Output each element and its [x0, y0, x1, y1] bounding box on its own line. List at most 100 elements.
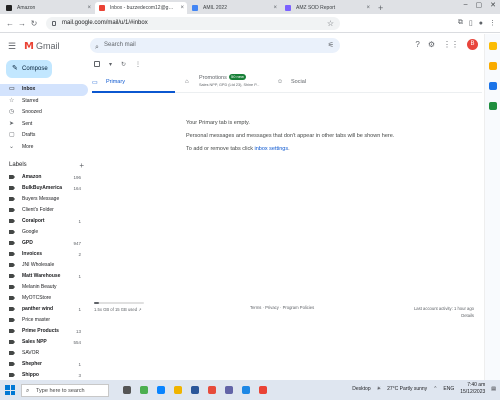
forward-icon[interactable]: →	[16, 19, 28, 28]
close-tab-icon[interactable]: ×	[87, 2, 91, 14]
help-icon[interactable]: ?	[415, 40, 419, 49]
edge-icon[interactable]	[157, 386, 165, 394]
label-name: BulkBuyAmerica	[22, 185, 63, 191]
nav-item-more[interactable]: ⌄ More	[0, 142, 88, 154]
label-item[interactable]: GPD 947	[0, 238, 84, 249]
reload-icon[interactable]: ↻	[28, 19, 40, 28]
settings-gear-icon[interactable]: ⚙	[428, 40, 435, 49]
search-filter-icon[interactable]: ⚟	[328, 38, 334, 53]
nav-item-label: Snoozed	[22, 109, 42, 115]
task-view-icon[interactable]	[123, 386, 131, 394]
details-link[interactable]: Details	[414, 312, 474, 319]
label-item[interactable]: Price master	[0, 315, 84, 326]
calendar-icon[interactable]	[489, 42, 497, 50]
label-item[interactable]: panther wind 1	[0, 304, 84, 315]
label-item[interactable]: Matt Warehouse 1	[0, 271, 84, 282]
label-item[interactable]: Amazon 196	[0, 172, 84, 183]
browser-tab[interactable]: AMIL 2022 ×	[188, 2, 280, 14]
windows-start-icon[interactable]	[5, 385, 15, 395]
more-actions-icon[interactable]: ⋮	[135, 61, 141, 68]
zoom-app-icon[interactable]	[225, 386, 233, 394]
nav-item-sent[interactable]: ➤ Sent	[0, 119, 88, 131]
storage-meter[interactable]: 1.5x GB of 15 GB used ↗	[94, 302, 144, 312]
label-item[interactable]: Buyers Message	[0, 194, 84, 205]
label-item[interactable]: BulkBuyAmerica 164	[0, 183, 84, 194]
label-count: 1	[78, 274, 81, 279]
close-tab-icon[interactable]: ×	[180, 2, 184, 14]
refresh-icon[interactable]: ↻	[121, 61, 126, 68]
browser-tab[interactable]: Amazon ×	[2, 2, 94, 14]
label-item[interactable]: Shepher 1	[0, 359, 84, 370]
browser-tab[interactable]: Inbox - buzzedecom12@gmail.c... ×	[95, 2, 187, 14]
browser-tab[interactable]: AMZ SOD Report ×	[281, 2, 373, 14]
label-item[interactable]: Prime Products 13	[0, 326, 84, 337]
word-app-icon[interactable]	[242, 386, 250, 394]
terms-links[interactable]: Terms · Privacy · Program Policies	[250, 305, 314, 310]
nav-item-snoozed[interactable]: ◷ Snoozed	[0, 107, 88, 119]
back-icon[interactable]: ←	[4, 19, 16, 28]
label-item[interactable]: Google	[0, 227, 84, 238]
close-window-icon[interactable]: ✕	[490, 1, 496, 9]
nav-item-drafts[interactable]: ▢ Drafts	[0, 130, 88, 142]
tab-primary[interactable]: ▭ Primary	[92, 73, 175, 93]
select-dropdown-icon[interactable]: ▾	[109, 61, 112, 68]
taskbar-search-input[interactable]: ⌕ Type here to search	[21, 383, 109, 397]
minimize-icon[interactable]: –	[464, 1, 468, 9]
label-name: SAVOR	[22, 350, 40, 356]
label-tag-icon	[9, 274, 15, 278]
external-link-icon[interactable]: ↗	[138, 307, 142, 312]
tray-chevron-icon[interactable]: ⌃	[433, 386, 437, 392]
label-item[interactable]: Coralport 1	[0, 216, 84, 227]
label-item[interactable]: Client's Folder	[0, 205, 84, 216]
search-icon[interactable]: ⌕	[95, 40, 99, 55]
language-indicator[interactable]: ENG	[443, 386, 454, 392]
store-icon[interactable]	[191, 386, 199, 394]
contacts-icon[interactable]	[489, 102, 497, 110]
add-label-icon[interactable]: +	[79, 161, 84, 170]
profile-icon[interactable]: ●	[479, 20, 483, 27]
tab-promotions[interactable]: ⌂ Promotions 50 new Sales NPP, GPD (Ltd …	[185, 73, 275, 93]
clock-time: 7:40 am	[467, 382, 486, 388]
clock[interactable]: 7:40 am 15/12/2023	[460, 382, 485, 396]
tab-social[interactable]: ☺ Social	[277, 73, 357, 93]
notifications-icon[interactable]: ▤	[491, 386, 496, 392]
mail-app-icon[interactable]	[208, 386, 216, 394]
address-bar[interactable]: mail.google.com/mail/u/1/#inbox ☆	[46, 16, 340, 30]
tasks-icon[interactable]	[489, 82, 497, 90]
keep-icon[interactable]	[489, 62, 497, 70]
maximize-icon[interactable]: ▢	[476, 1, 483, 9]
file-explorer-icon[interactable]	[174, 386, 182, 394]
browser-menu-icon[interactable]: ⋮	[489, 19, 496, 27]
main-menu-icon[interactable]: ☰	[8, 41, 22, 52]
new-tab-button[interactable]: +	[374, 2, 387, 14]
account-avatar[interactable]: B	[467, 39, 478, 50]
select-all-checkbox[interactable]	[94, 61, 100, 67]
chrome-icon[interactable]	[259, 386, 267, 394]
desktop-label[interactable]: Desktop	[352, 386, 370, 392]
weather-text[interactable]: 27°C Partly sunny	[387, 386, 427, 392]
label-item[interactable]: MyOTCStore	[0, 293, 84, 304]
last-activity-text: Last account activity: 1 hour ago	[413, 306, 474, 311]
label-item[interactable]: SAVOR	[0, 348, 84, 359]
search-mail-input[interactable]: ⌕ Search mail ⚟	[90, 38, 340, 53]
tab-promotions-label: Promotions	[199, 75, 227, 81]
label-item[interactable]: Melanin Beauty	[0, 282, 84, 293]
apps-grid-icon[interactable]: ⋮⋮	[443, 40, 459, 49]
sidebar-toggle-icon[interactable]: ▯	[469, 19, 473, 27]
extensions-icon[interactable]: ⧉	[458, 19, 463, 27]
close-tab-icon[interactable]: ×	[366, 2, 370, 14]
label-item[interactable]: Sales NPP 554	[0, 337, 84, 348]
compose-button[interactable]: ✎ Compose	[6, 60, 52, 78]
label-count: 164	[73, 186, 81, 191]
label-item[interactable]: Invoices 2	[0, 249, 84, 260]
nav-item-inbox[interactable]: ▭ Inbox	[0, 84, 88, 96]
bookmark-star-icon[interactable]: ☆	[327, 17, 334, 30]
label-item[interactable]: JNI Wholesale	[0, 260, 84, 271]
nav-item-starred[interactable]: ☆ Starred	[0, 96, 88, 108]
inbox-settings-link[interactable]: inbox settings	[254, 146, 288, 152]
gmail-logo[interactable]: M Gmail	[24, 41, 59, 52]
hint-prefix: To add or remove tabs click	[186, 146, 255, 152]
close-tab-icon[interactable]: ×	[273, 2, 277, 14]
nav-icon: ⌄	[9, 143, 15, 150]
widgets-icon[interactable]	[140, 386, 148, 394]
